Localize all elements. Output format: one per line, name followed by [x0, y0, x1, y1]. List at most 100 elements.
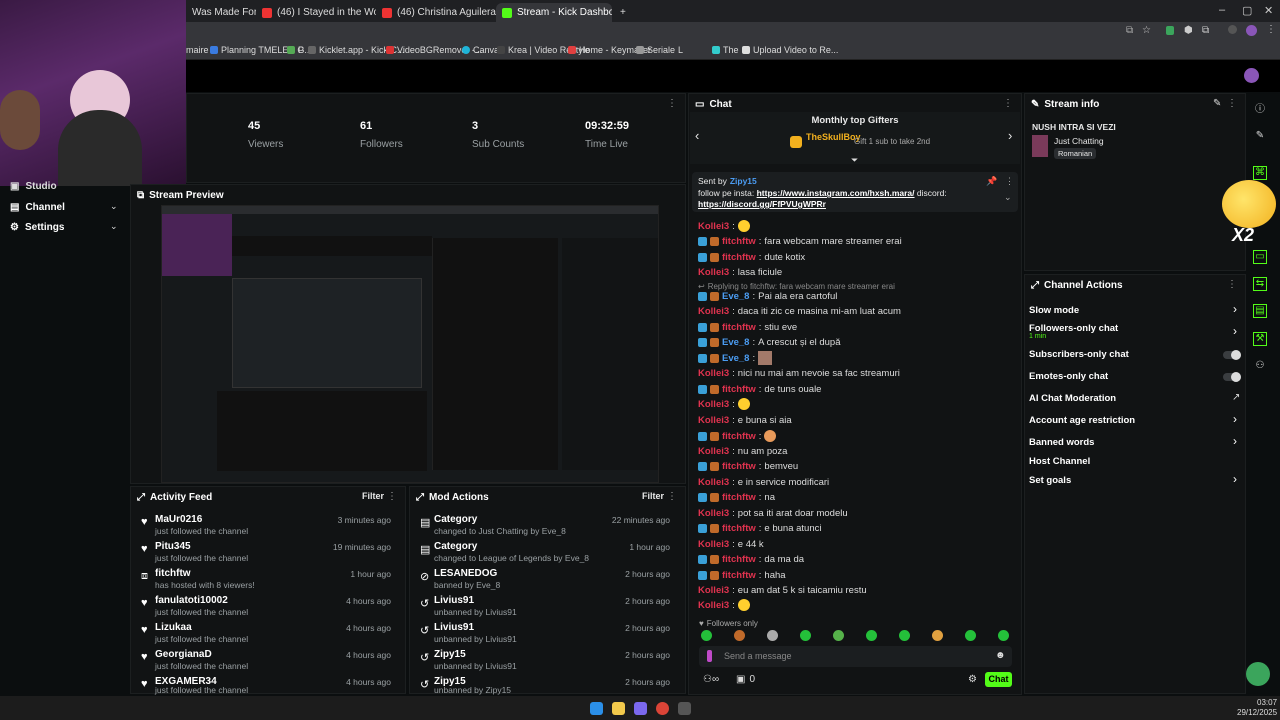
action-set-goals[interactable]: Set goals: [1029, 475, 1071, 486]
kebab-icon[interactable]: ⋮: [667, 98, 677, 109]
kebab-icon[interactable]: ⋮: [667, 491, 677, 502]
mod-target[interactable]: Zipy15: [434, 649, 466, 660]
kebab-icon[interactable]: ⋮: [387, 491, 397, 502]
browser-tab[interactable]: (46) Christina Aguilera - Genie×: [376, 3, 496, 22]
sidebar-item-studio[interactable]: ▣ Studio: [10, 181, 57, 192]
chat-user[interactable]: fitchftw: [722, 236, 756, 247]
file-explorer-icon[interactable]: [612, 702, 625, 715]
chat-user[interactable]: Kollei3: [698, 585, 729, 596]
bookmark[interactable]: maire: [186, 45, 209, 55]
user-avatar[interactable]: [1244, 68, 1259, 83]
kebab-icon[interactable]: ⋮: [1005, 176, 1014, 187]
kebab-icon[interactable]: ⋮: [1003, 98, 1013, 109]
gear-icon[interactable]: ⚙: [968, 674, 977, 685]
chat-user[interactable]: Kollei3: [698, 306, 729, 317]
bookmark[interactable]: The: [712, 45, 739, 55]
chat-user[interactable]: fitchftw: [722, 252, 756, 263]
maximize-icon[interactable]: ▢: [1242, 4, 1252, 17]
pin-icon[interactable]: 📌: [986, 176, 997, 187]
chevron-down-icon[interactable]: ⌄: [110, 201, 118, 212]
action-slow-mode[interactable]: Slow mode: [1029, 305, 1079, 316]
help-chat-button[interactable]: [1246, 662, 1270, 686]
browser-tab-active[interactable]: Stream - Kick Dashboard×: [496, 3, 612, 22]
new-tab-button[interactable]: +: [614, 3, 630, 22]
chat-user[interactable]: Kollei3: [698, 600, 729, 611]
star-icon[interactable]: ☆: [1142, 25, 1151, 36]
pinned-user[interactable]: Zipy15: [730, 176, 757, 186]
chevron-down-icon[interactable]: ⌄: [110, 221, 118, 232]
chat-user[interactable]: fitchftw: [722, 554, 756, 565]
extension-icon[interactable]: ⬢: [1184, 25, 1193, 36]
extension-icon[interactable]: [1166, 26, 1174, 35]
emote-icon[interactable]: [701, 630, 712, 641]
clock[interactable]: 03:07 29/12/2025: [1237, 698, 1277, 718]
emote-icon[interactable]: [998, 630, 1009, 641]
pencil-icon[interactable]: ✎: [1253, 130, 1267, 144]
bookmark[interactable]: Seriale: [636, 45, 675, 55]
menu-icon[interactable]: ⋮: [1266, 24, 1276, 35]
feed-user[interactable]: Pitu345: [155, 541, 191, 552]
chat-user[interactable]: Kollei3: [698, 221, 729, 232]
emote-icon[interactable]: [899, 630, 910, 641]
chat-user[interactable]: Kollei3: [698, 399, 729, 410]
chevron-right-icon[interactable]: ›: [1233, 302, 1237, 316]
sidebar-item-channel[interactable]: ▤ Channel: [10, 202, 65, 213]
bookmark[interactable]: Upload Video to Re...: [742, 45, 838, 55]
chat-tool-icon[interactable]: ▭: [1253, 250, 1267, 264]
app-icon[interactable]: [634, 702, 647, 715]
emote-icon[interactable]: [932, 630, 943, 641]
mod-target[interactable]: LESANEDOG: [434, 568, 497, 579]
feed-user[interactable]: GeorgianaD: [155, 649, 212, 660]
action-banned-words[interactable]: Banned words: [1029, 437, 1094, 448]
chevron-right-icon[interactable]: ›: [1233, 472, 1237, 486]
chat-user[interactable]: Eve_8: [722, 291, 749, 302]
close-window-icon[interactable]: ✕: [1264, 4, 1273, 17]
chat-user[interactable]: Kollei3: [698, 508, 729, 519]
bookmark[interactable]: L: [678, 45, 683, 55]
chat-user[interactable]: Kollei3: [698, 368, 729, 379]
browser-tab[interactable]: Was Made For Lovi: [186, 3, 256, 22]
wrench-icon[interactable]: ⚒: [1253, 332, 1267, 346]
windows-start-icon[interactable]: [590, 702, 603, 715]
gifter-name[interactable]: TheSkullBoy: [806, 132, 861, 142]
chat-user[interactable]: fitchftw: [722, 384, 756, 395]
chevron-right-icon[interactable]: ›: [1233, 324, 1237, 338]
bookmark[interactable]: Canva: [462, 45, 499, 55]
kebab-icon[interactable]: ⋮: [1227, 98, 1237, 109]
chat-user[interactable]: fitchftw: [722, 461, 756, 472]
stream-preview-video[interactable]: [161, 205, 659, 483]
emotes-only-toggle[interactable]: [1223, 372, 1241, 382]
chat-user[interactable]: fitchftw: [722, 570, 756, 581]
extensions-icon[interactable]: ⧉: [1202, 25, 1209, 36]
emote-icon[interactable]: [767, 630, 778, 641]
users-icon[interactable]: ⚇: [1253, 360, 1267, 374]
translate-icon[interactable]: ⧉: [1126, 25, 1133, 36]
chat-user[interactable]: Eve_8: [722, 337, 749, 348]
chevron-left-icon[interactable]: ‹: [695, 128, 699, 143]
emote-icon[interactable]: [965, 630, 976, 641]
feed-user[interactable]: fitchftw: [155, 568, 191, 579]
action-subscribers-only[interactable]: Subscribers-only chat: [1029, 349, 1129, 360]
layout-tool-icon[interactable]: ▤: [1253, 304, 1267, 318]
chat-user[interactable]: Kollei3: [698, 446, 729, 457]
profile-avatar[interactable]: [1246, 25, 1257, 36]
link-tool-icon[interactable]: ⇆: [1253, 277, 1267, 291]
send-chat-button[interactable]: Chat: [985, 672, 1012, 687]
emote-icon[interactable]: [800, 630, 811, 641]
settings-link-icon[interactable]: ⚇∞: [703, 674, 719, 685]
studio-tool-icon[interactable]: ⌘: [1253, 166, 1267, 180]
chat-user[interactable]: Kollei3: [698, 477, 729, 488]
feed-user[interactable]: Lizukaa: [155, 622, 192, 633]
minimize-icon[interactable]: –: [1219, 4, 1225, 16]
chat-user[interactable]: Eve_8: [722, 353, 749, 364]
chat-user[interactable]: fitchftw: [722, 431, 756, 442]
sidebar-item-settings[interactable]: ⚙ Settings: [10, 222, 64, 233]
action-emotes-only[interactable]: Emotes-only chat: [1029, 371, 1108, 382]
chevron-down-icon[interactable]: ⌄: [1004, 192, 1012, 203]
action-host-channel[interactable]: Host Channel: [1029, 456, 1090, 467]
chrome-icon[interactable]: [656, 702, 669, 715]
chat-user[interactable]: fitchftw: [722, 492, 756, 503]
chevron-right-icon[interactable]: ›: [1233, 434, 1237, 448]
filter-icon[interactable]: ⏷: [851, 155, 858, 166]
feed-user[interactable]: MaUr0216: [155, 514, 202, 525]
